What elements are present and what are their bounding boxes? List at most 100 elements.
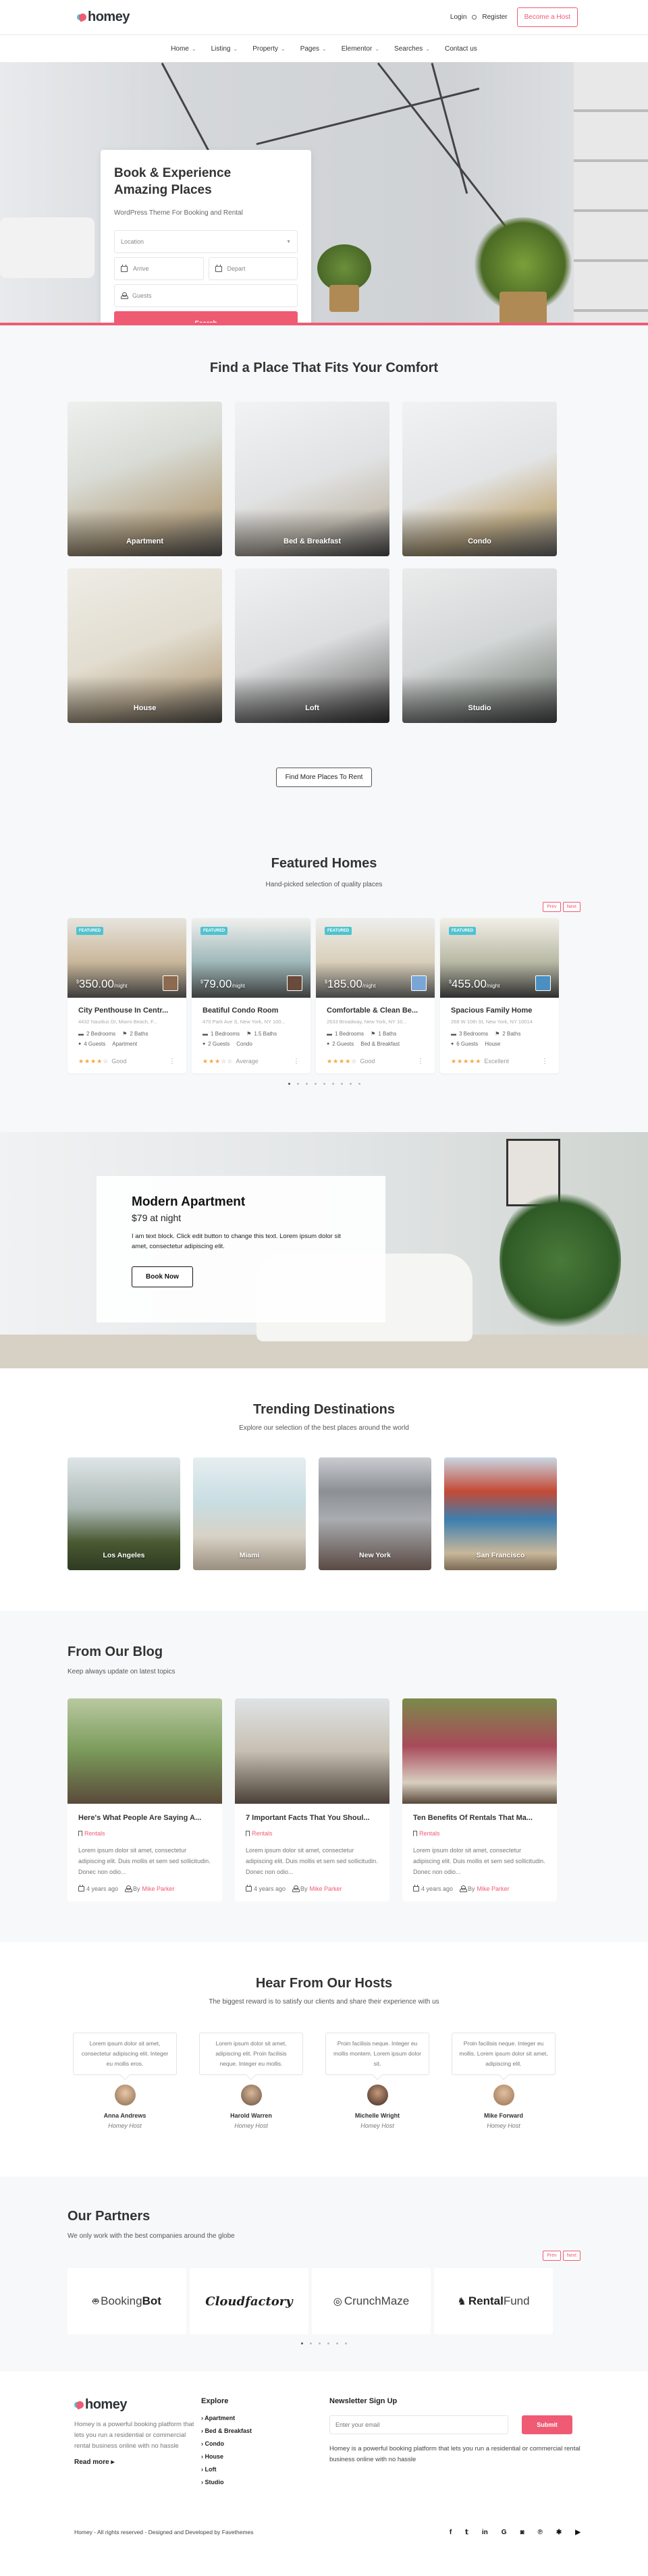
host-avatar[interactable] [163,975,178,991]
register-link[interactable]: Register [482,14,507,21]
nav-item-pages[interactable]: Pages ⌄ [300,45,327,53]
blog-image[interactable] [402,1698,557,1804]
carousel-dot[interactable] [358,1083,360,1085]
more-options-icon[interactable]: ⋮ [293,1058,300,1065]
carousel-dot[interactable] [340,1083,343,1085]
author-link[interactable]: Mike Parker [142,1885,175,1892]
category-card[interactable]: Condo [402,402,557,556]
partner-logo[interactable]: ♞ Rental Fund [434,2268,553,2334]
listing-title[interactable]: Comfortable & Clean Be... [327,1007,424,1015]
carousel-dot[interactable] [288,1083,290,1085]
youtube-icon[interactable]: ▶ [575,2529,580,2536]
become-host-button[interactable]: Become a Host [516,7,578,27]
explore-link[interactable]: Loft [201,2466,329,2473]
read-more-link[interactable]: Read more ▸ [74,2459,201,2466]
carousel-dot[interactable] [323,1083,325,1085]
destination-card[interactable]: Miami [193,1457,306,1570]
category-card[interactable]: Apartment [68,402,222,556]
listing-card[interactable]: FEATURED $185.00/night Comfortable & Clean… [316,918,435,1073]
nav-item-listing[interactable]: Listing ⌄ [211,45,238,53]
nav-item-searches[interactable]: Searches ⌄ [394,45,430,53]
listing-title[interactable]: City Penthouse In Centr... [78,1007,176,1015]
explore-link[interactable]: Studio [201,2479,329,2486]
search-button[interactable]: Search [114,311,298,323]
explore-link[interactable]: House [201,2453,329,2460]
yelp-icon[interactable]: ✱ [556,2529,562,2536]
carousel-dot[interactable] [327,2342,329,2344]
blog-title[interactable]: Here's What People Are Saying A... [78,1814,211,1822]
footer-logo[interactable]: homey [74,2397,201,2413]
blog-card[interactable]: Here's What People Are Saying A... Rental… [68,1698,222,1902]
google-icon[interactable]: G [502,2529,507,2536]
nav-item-contact-us[interactable]: Contact us [445,45,477,53]
listing-card[interactable]: FEATURED $79.00/night Beatiful Condo Room 4… [192,918,310,1073]
category-card[interactable]: Loft [235,568,389,723]
featured-prev-button[interactable]: Prev [543,902,561,912]
carousel-dot[interactable] [331,1083,334,1085]
listing-image[interactable]: FEATURED $350.00/night [68,918,186,998]
newsletter-email-input[interactable]: Enter your email [329,2415,508,2434]
pinterest-icon[interactable]: ℗ [538,2529,543,2536]
partner-logo[interactable]: ◎ CrunchMaze [312,2268,431,2334]
author-link[interactable]: Mike Parker [477,1885,510,1892]
nav-item-elementor[interactable]: Elementor ⌄ [342,45,379,53]
arrive-date-input[interactable]: Arrive [114,257,204,280]
host-avatar[interactable] [535,975,551,991]
twitter-icon[interactable]: 𝕥 [465,2529,468,2536]
blog-card[interactable]: 7 Important Facts That You Shoul... Renta… [235,1698,389,1902]
blog-image[interactable] [68,1698,222,1804]
blog-category[interactable]: Rentals [413,1830,546,1837]
listing-card[interactable]: FEATURED $455.00/night Spacious Family Hom… [440,918,559,1073]
listing-title[interactable]: Beatiful Condo Room [202,1007,300,1015]
destination-card[interactable]: New York [319,1457,431,1570]
destination-card[interactable]: San Francisco [444,1457,557,1570]
partners-next-button[interactable]: Next [562,2251,580,2261]
carousel-dot[interactable] [301,2342,303,2344]
instagram-icon[interactable]: ◙ [520,2529,524,2536]
listing-title[interactable]: Spacious Family Home [451,1007,548,1015]
login-link[interactable]: Login [450,14,466,21]
book-now-button[interactable]: Book Now [132,1266,193,1287]
blog-card[interactable]: Ten Benefits Of Rentals That Ma... Rental… [402,1698,557,1902]
more-options-icon[interactable]: ⋮ [169,1058,176,1065]
explore-link[interactable]: Apartment [201,2415,329,2421]
nav-item-property[interactable]: Property ⌄ [252,45,286,53]
featured-next-button[interactable]: Next [562,902,580,912]
destination-card[interactable]: Los Angeles [68,1457,180,1570]
more-options-icon[interactable]: ⋮ [417,1058,424,1065]
carousel-dot[interactable] [345,2342,347,2344]
carousel-dot[interactable] [336,2342,338,2344]
blog-category[interactable]: Rentals [78,1830,211,1837]
find-more-button[interactable]: Find More Places To Rent [275,768,373,787]
carousel-dot[interactable] [319,2342,321,2344]
more-options-icon[interactable]: ⋮ [541,1058,548,1065]
listing-card[interactable]: FEATURED $350.00/night City Penthouse In C… [68,918,186,1073]
nav-item-home[interactable]: Home ⌄ [171,45,196,53]
carousel-dot[interactable] [349,1083,352,1085]
depart-date-input[interactable]: Depart [208,257,298,280]
carousel-dot[interactable] [314,1083,317,1085]
carousel-dot[interactable] [305,1083,308,1085]
blog-title[interactable]: 7 Important Facts That You Shoul... [246,1814,379,1822]
blog-title[interactable]: Ten Benefits Of Rentals That Ma... [413,1814,546,1822]
carousel-dot[interactable] [310,2342,312,2344]
partner-logo[interactable]: Cloudfactory [190,2268,308,2334]
host-avatar[interactable] [411,975,427,991]
blog-image[interactable] [235,1698,389,1804]
listing-image[interactable]: FEATURED $79.00/night [192,918,310,998]
explore-link[interactable]: Bed & Breakfast [201,2427,329,2434]
listing-image[interactable]: FEATURED $185.00/night [316,918,435,998]
host-avatar[interactable] [287,975,302,991]
partners-prev-button[interactable]: Prev [543,2251,561,2261]
listing-image[interactable]: FEATURED $455.00/night [440,918,559,998]
newsletter-submit-button[interactable]: Submit [522,2415,572,2434]
guests-input[interactable]: Guests [114,284,298,307]
linkedin-icon[interactable]: in [482,2529,488,2536]
logo[interactable]: homey [77,9,130,25]
location-select[interactable]: Location ▼ [114,230,298,253]
blog-category[interactable]: Rentals [246,1830,379,1837]
author-link[interactable]: Mike Parker [310,1885,342,1892]
category-card[interactable]: Bed & Breakfast [235,402,389,556]
facebook-icon[interactable]: f [450,2529,452,2536]
partner-logo[interactable]: 🤖︎ Booking Bot [68,2268,186,2334]
